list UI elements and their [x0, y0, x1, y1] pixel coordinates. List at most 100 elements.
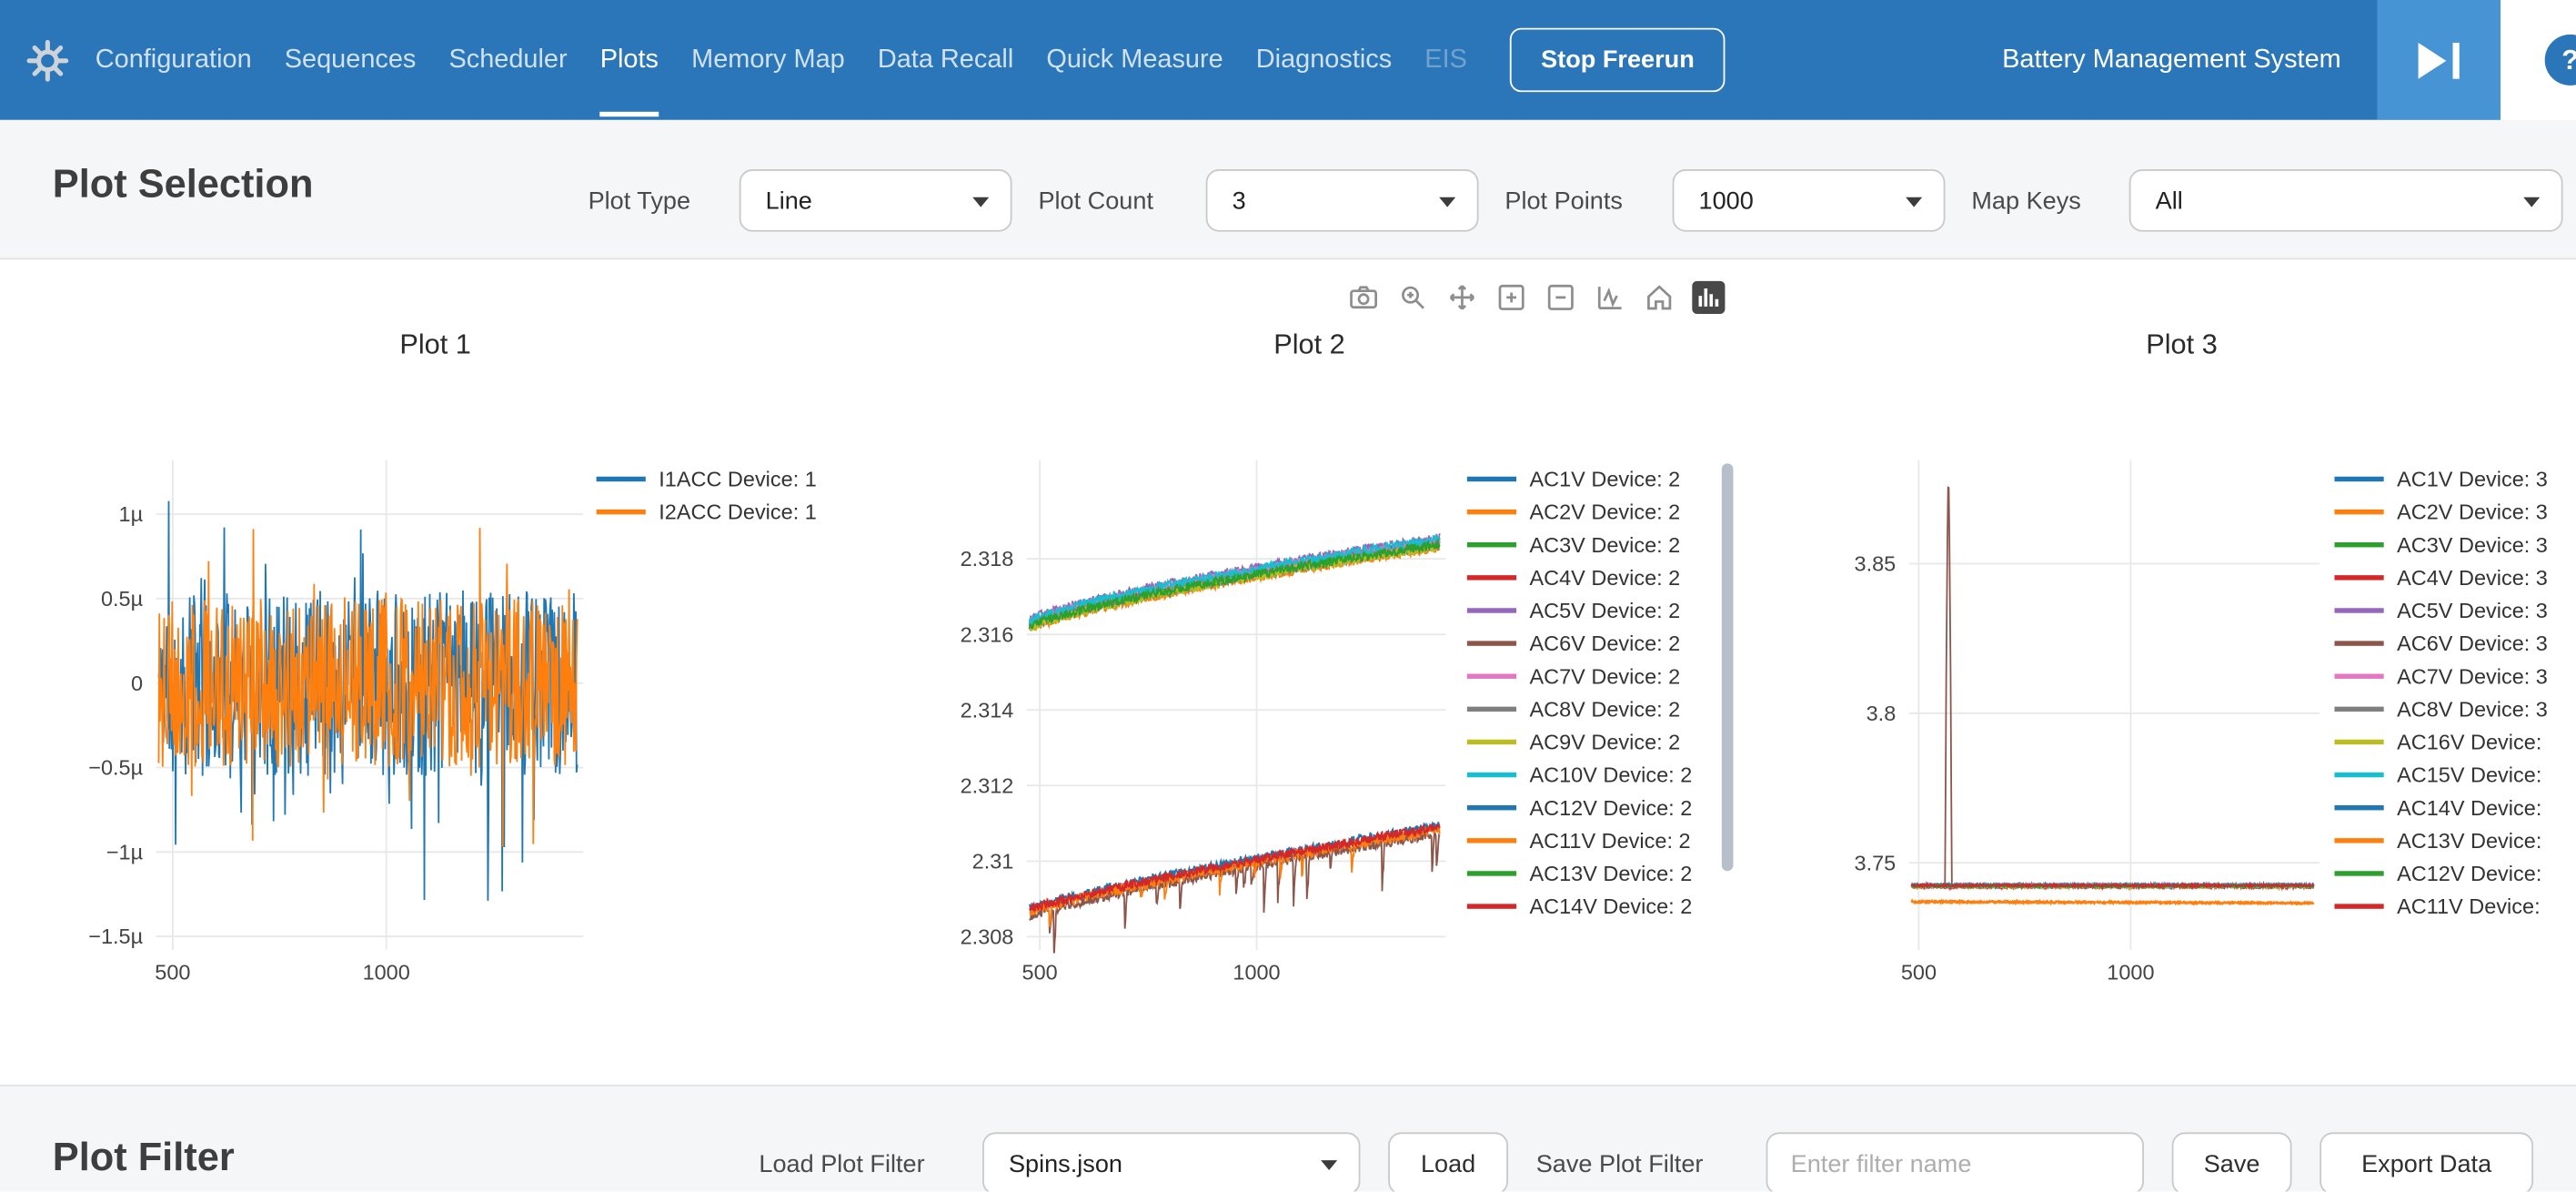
legend-label: AC8V Device: 3: [2397, 696, 2548, 721]
legend-label: AC13V Device:: [2397, 827, 2541, 852]
legend-swatch: [2334, 706, 2383, 711]
legend-swatch: [1467, 541, 1516, 546]
chevron-down-icon: [1321, 1160, 1337, 1170]
legend-entry[interactable]: AC3V Device: 3: [2334, 528, 2547, 561]
legend-entry[interactable]: AC11V Device:: [2334, 889, 2547, 922]
plot-type-label: Plot Type: [589, 187, 690, 216]
autoscale-icon[interactable]: [1594, 281, 1626, 314]
legend-entry[interactable]: AC13V Device:: [2334, 823, 2547, 856]
legend-entry[interactable]: AC3V Device: 2: [1467, 528, 1692, 561]
legend-entry[interactable]: AC2V Device: 2: [1467, 495, 1692, 528]
legend-scrollbar[interactable]: [1722, 463, 1734, 871]
legend-label: AC10V Device: 2: [1529, 762, 1692, 786]
plot-2-canvas[interactable]: 2.3182.3162.3142.3122.312.3085001000: [920, 444, 1478, 995]
load-button[interactable]: Load: [1388, 1132, 1508, 1191]
legend-label: AC11V Device: 2: [1529, 827, 1690, 852]
play-bar-icon: [2453, 42, 2460, 78]
zoom-icon[interactable]: [1396, 281, 1429, 314]
camera-icon[interactable]: [1347, 281, 1380, 314]
nav-item-diagnostics[interactable]: Diagnostics: [1256, 0, 1392, 120]
plot-points-select[interactable]: 1000: [1673, 169, 1946, 232]
y-tick-label: 3.75: [1855, 851, 1897, 874]
help-button[interactable]: ?: [2545, 35, 2576, 86]
legend-label: AC11V Device:: [2397, 894, 2540, 918]
plot-count-select[interactable]: 3: [1206, 169, 1479, 232]
legend-swatch: [1467, 804, 1516, 809]
nav-item-data-recall[interactable]: Data Recall: [878, 0, 1013, 120]
stop-freerun-button[interactable]: Stop Freerun: [1510, 28, 1726, 92]
plot-3-canvas[interactable]: 3.853.83.755001000: [1799, 444, 2358, 995]
legend-swatch: [597, 509, 646, 513]
legend-swatch: [2334, 574, 2383, 579]
legend-entry[interactable]: AC8V Device: 3: [2334, 692, 2547, 724]
map-keys-select[interactable]: All: [2129, 169, 2563, 232]
legend-entry[interactable]: AC12V Device: 2: [1467, 791, 1692, 823]
y-tick-label: 2.312: [961, 773, 1014, 797]
legend-entry[interactable]: AC5V Device: 2: [1467, 593, 1692, 626]
legend-entry[interactable]: AC7V Device: 3: [2334, 659, 2547, 692]
legend-swatch: [1467, 673, 1516, 678]
gear-icon[interactable]: [26, 38, 69, 81]
legend-entry[interactable]: AC12V Device:: [2334, 856, 2547, 889]
legend-entry[interactable]: AC14V Device:: [2334, 791, 2547, 823]
legend-entry[interactable]: AC13V Device: 2: [1467, 856, 1692, 889]
x-tick-label: 1000: [2107, 960, 2154, 984]
legend-swatch: [2334, 870, 2383, 874]
legend-entry[interactable]: AC10V Device: 2: [1467, 758, 1692, 791]
series-line: [1911, 488, 2313, 887]
spikelines-toggle-icon[interactable]: [1692, 281, 1725, 314]
plot-1-legend: I1ACC Device: 1 I2ACC Device: 1: [597, 462, 817, 528]
y-tick-label: −1µ: [106, 840, 143, 864]
legend-entry[interactable]: AC14V Device: 2: [1467, 889, 1692, 922]
nav-item-configuration[interactable]: Configuration: [96, 0, 252, 120]
legend-entry[interactable]: AC11V Device: 2: [1467, 823, 1692, 856]
page-title: Plot Selection: [53, 163, 314, 209]
play-button[interactable]: [2377, 0, 2500, 120]
legend-entry[interactable]: AC2V Device: 3: [2334, 495, 2547, 528]
nav-item-plots[interactable]: Plots: [600, 0, 659, 120]
load-filter-select[interactable]: Spins.json: [982, 1132, 1360, 1191]
legend-label: AC4V Device: 2: [1529, 564, 1680, 589]
legend-swatch: [1467, 640, 1516, 644]
legend-entry[interactable]: AC4V Device: 3: [2334, 561, 2547, 593]
legend-entry[interactable]: AC5V Device: 3: [2334, 593, 2547, 626]
legend-entry[interactable]: AC9V Device: 2: [1467, 724, 1692, 757]
filter-name-input[interactable]: [1766, 1132, 2144, 1191]
nav-item-quick-measure[interactable]: Quick Measure: [1046, 0, 1223, 120]
nav-item-scheduler[interactable]: Scheduler: [448, 0, 567, 120]
nav-items: Configuration Sequences Scheduler Plots Memo…: [96, 0, 1467, 120]
legend-entry[interactable]: AC6V Device: 3: [2334, 626, 2547, 659]
legend-entry[interactable]: AC7V Device: 2: [1467, 659, 1692, 692]
x-tick-label: 1000: [363, 960, 410, 984]
nav-item-memory-map[interactable]: Memory Map: [691, 0, 845, 120]
zoom-out-icon[interactable]: [1545, 281, 1577, 314]
nav-item-eis[interactable]: EIS: [1424, 0, 1467, 120]
plotly-modebar: [1347, 281, 1725, 314]
legend-entry[interactable]: I2ACC Device: 1: [597, 495, 817, 528]
legend-entry[interactable]: AC15V Device:: [2334, 758, 2547, 791]
plot-type-select[interactable]: Line: [740, 169, 1012, 232]
legend-entry[interactable]: AC8V Device: 2: [1467, 692, 1692, 724]
legend-swatch: [597, 476, 646, 480]
legend-swatch: [2334, 837, 2383, 842]
export-data-button[interactable]: Export Data: [2319, 1132, 2533, 1191]
legend-entry[interactable]: AC6V Device: 2: [1467, 626, 1692, 659]
legend-label: I2ACC Device: 1: [659, 499, 817, 523]
legend-entry[interactable]: AC1V Device: 3: [2334, 462, 2547, 495]
legend-entry[interactable]: AC16V Device:: [2334, 724, 2547, 757]
save-button[interactable]: Save: [2172, 1132, 2292, 1191]
plot-selection-bar: Plot Selection Plot TypeLinePlot Count3P…: [0, 120, 2576, 260]
help-label: ?: [2561, 44, 2576, 76]
reset-axes-icon[interactable]: [1643, 281, 1675, 314]
legend-swatch: [2334, 476, 2383, 480]
legend-entry[interactable]: AC4V Device: 2: [1467, 561, 1692, 593]
zoom-in-icon[interactable]: [1495, 281, 1528, 314]
legend-entry[interactable]: AC1V Device: 2: [1467, 462, 1692, 495]
legend-swatch: [1467, 607, 1516, 611]
y-tick-label: 1µ: [119, 502, 144, 526]
pan-icon[interactable]: [1445, 281, 1478, 314]
legend-swatch: [2334, 607, 2383, 611]
nav-item-sequences[interactable]: Sequences: [285, 0, 417, 120]
legend-entry[interactable]: I1ACC Device: 1: [597, 462, 817, 495]
legend-label: AC12V Device:: [2397, 861, 2541, 885]
